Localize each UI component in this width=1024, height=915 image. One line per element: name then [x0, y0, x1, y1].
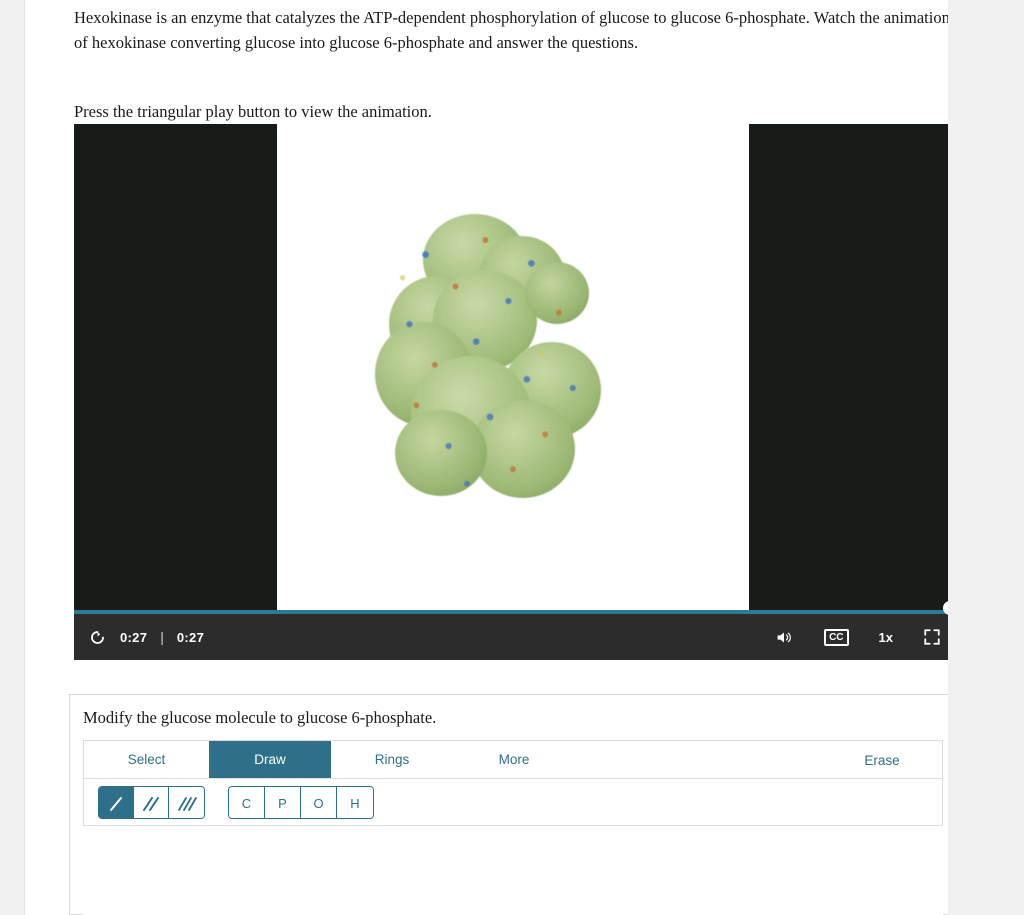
total-time: 0:27: [176, 629, 205, 645]
single-bond-button[interactable]: [99, 787, 134, 818]
time-separator: |: [160, 629, 164, 645]
replay-icon[interactable]: [88, 628, 107, 647]
tab-draw[interactable]: Draw: [209, 741, 331, 778]
playback-speed-button[interactable]: 1x: [879, 630, 893, 645]
double-bond-button[interactable]: [134, 787, 169, 818]
video-controls-right: CC 1x: [774, 614, 941, 660]
atom-tool-group: C P O H: [228, 786, 374, 819]
tab-rings[interactable]: Rings: [331, 741, 453, 778]
molecule-drawing-canvas[interactable]: [83, 826, 943, 915]
atom-button-c[interactable]: C: [229, 787, 265, 818]
bond-tool-group: [98, 786, 205, 819]
content-sheet: Hexokinase is an enzyme that catalyzes t…: [24, 0, 955, 915]
video-player[interactable]: 0:27 | 0:27 CC 1x: [74, 124, 955, 660]
editor-tools-row: C P O H: [84, 779, 942, 826]
atom-button-h[interactable]: H: [337, 787, 373, 818]
video-controls-bar: 0:27 | 0:27 CC 1x: [74, 601, 955, 660]
video-controls-left: 0:27 | 0:27: [88, 614, 204, 660]
passage-paragraph: Hexokinase is an enzyme that catalyzes t…: [74, 8, 950, 52]
play-instruction: Press the triangular play button to view…: [74, 102, 432, 121]
atom-button-p[interactable]: P: [265, 787, 301, 818]
molecule-editor-card: Modify the glucose molecule to glucose 6…: [69, 694, 955, 915]
page-scrollbar[interactable]: [955, 0, 975, 915]
captions-button[interactable]: CC: [824, 628, 849, 646]
editor-tabs: Select Draw Rings More Erase: [84, 741, 942, 779]
video-frame-background: [277, 124, 749, 614]
editor-prompt: Modify the glucose molecule to glucose 6…: [83, 708, 437, 727]
fullscreen-icon[interactable]: [923, 628, 941, 646]
tab-select[interactable]: Select: [84, 741, 209, 778]
current-time: 0:27: [120, 629, 148, 645]
page-root: Hexokinase is an enzyme that catalyzes t…: [0, 0, 1024, 915]
erase-button[interactable]: Erase: [822, 741, 942, 779]
atom-button-o[interactable]: O: [301, 787, 337, 818]
editor-toolbox: Select Draw Rings More Erase C P O H: [83, 740, 943, 826]
triple-bond-button[interactable]: [169, 787, 204, 818]
hexokinase-protein-model: [375, 214, 605, 504]
video-stage[interactable]: [74, 124, 955, 614]
protein-atom-speckles: [375, 214, 605, 504]
tab-more[interactable]: More: [453, 741, 575, 778]
volume-icon[interactable]: [774, 629, 794, 646]
